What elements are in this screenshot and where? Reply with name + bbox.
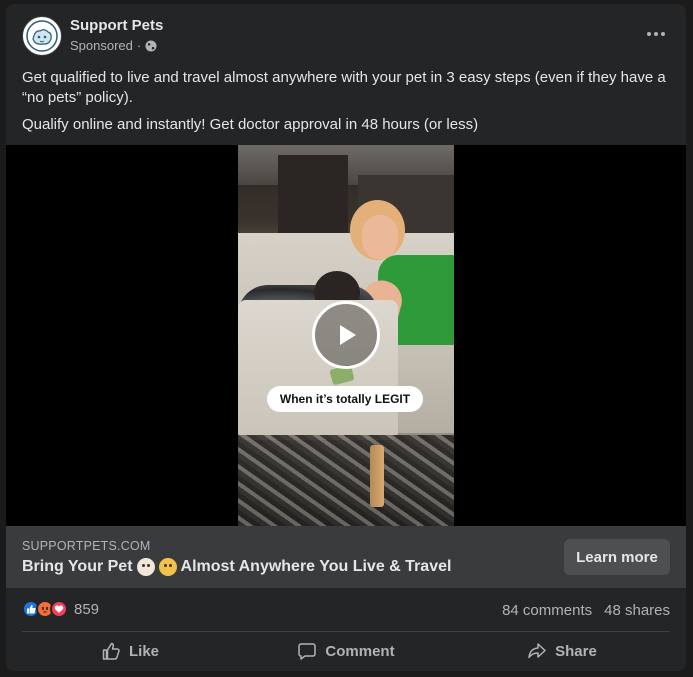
dog-face-emoji-icon	[136, 558, 155, 576]
cat-face-emoji-icon	[158, 558, 177, 576]
thumbnail-rug	[238, 435, 454, 526]
more-options-button[interactable]	[642, 22, 670, 46]
thumbnail-woman-face	[362, 215, 398, 259]
play-icon	[340, 325, 356, 345]
comment-label: Comment	[325, 642, 395, 660]
headline-text-end: Almost Anywhere You Live & Travel	[180, 558, 452, 575]
separator: ·	[136, 38, 142, 53]
thumbnail-cabinet	[278, 155, 348, 245]
thumbnail-couch-leg	[370, 445, 384, 507]
shares-count[interactable]: 48 shares	[604, 602, 670, 619]
video-caption: When it’s totally LEGIT	[267, 386, 423, 412]
like-label: Like	[128, 642, 159, 660]
link-domain: SUPPORTPETS.COM	[22, 539, 151, 553]
globe-icon	[145, 40, 157, 51]
video-thumbnail[interactable]: When it’s totally LEGIT	[238, 145, 454, 526]
post-actions: Like Comment Share	[22, 634, 670, 668]
headline-text-start: Bring Your Pet	[22, 558, 133, 575]
sponsored-post-card: Support Pets Sponsored · Get qualified t…	[6, 4, 686, 671]
post-paragraph: Qualify online and instantly! Get doctor…	[22, 116, 479, 133]
reaction-count: 859	[74, 600, 100, 618]
sponsored-row: Sponsored ·	[70, 38, 157, 53]
post-paragraph: Get qualified to live and travel almost …	[22, 69, 666, 106]
play-button[interactable]	[312, 301, 380, 369]
reactions-summary[interactable]: 859	[22, 600, 99, 618]
thumbs-up-icon	[102, 642, 120, 660]
sponsored-label[interactable]: Sponsored	[70, 38, 133, 53]
more-dot-icon	[647, 32, 651, 36]
engagement-stats: 84 comments 48 shares	[502, 602, 670, 619]
divider	[22, 631, 670, 632]
page-name[interactable]: Support Pets	[70, 17, 163, 34]
share-label: Share	[555, 642, 597, 660]
share-button[interactable]: Share	[454, 634, 670, 668]
more-dot-icon	[654, 32, 658, 36]
like-button[interactable]: Like	[22, 634, 238, 668]
support-pets-logo-icon	[26, 20, 58, 52]
love-reaction-icon	[50, 600, 68, 618]
comment-button[interactable]: Comment	[238, 634, 454, 668]
page-avatar[interactable]	[22, 16, 62, 56]
link-preview[interactable]: SUPPORTPETS.COM Bring Your Pet Almost An…	[6, 526, 686, 588]
video-player[interactable]: When it’s totally LEGIT	[6, 145, 686, 526]
comments-count[interactable]: 84 comments	[502, 602, 592, 619]
learn-more-button[interactable]: Learn more	[564, 539, 670, 575]
comment-bubble-icon	[298, 643, 317, 660]
post-text: Get qualified to live and travel almost …	[22, 68, 672, 142]
more-dot-icon	[661, 32, 665, 36]
link-headline[interactable]: Bring Your Pet Almost Anywhere You Live …	[22, 558, 451, 576]
share-arrow-icon	[528, 643, 546, 659]
